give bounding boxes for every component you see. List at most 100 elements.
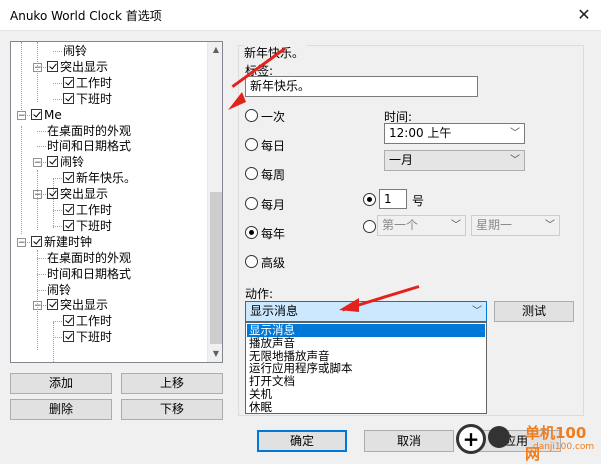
tree-checkbox[interactable] [63, 76, 74, 88]
tree-item[interactable]: 突出显示 [47, 297, 108, 313]
day-suffix-label: 号 [412, 194, 425, 208]
tree-checkbox[interactable] [63, 172, 74, 184]
tree-guide-line [21, 42, 22, 112]
tree-item[interactable]: 下班时 [63, 91, 112, 107]
tree-item-label: 时间和日期格式 [47, 139, 132, 154]
test-button[interactable]: 测试 [494, 301, 574, 322]
tree-connector [53, 98, 62, 100]
tree-checkbox[interactable] [63, 331, 74, 343]
repeat-radio-yearly[interactable] [245, 226, 258, 239]
tree-guide-line [53, 178, 54, 228]
collapse-icon[interactable]: − [17, 237, 26, 247]
tree-checkbox[interactable] [31, 235, 42, 247]
tree-guide-line [21, 126, 22, 234]
settings-tree[interactable]: 闹铃 突出显示 − 工作时 下班时 Me − 在桌面时的外观 时间和日期格式 闹铃 − 新年快乐。 突出… [10, 41, 223, 363]
tree-item[interactable]: 时间和日期格式 [47, 138, 131, 154]
collapse-icon[interactable]: − [33, 158, 42, 168]
tree-checkbox[interactable] [63, 204, 74, 215]
delete-button[interactable]: 删除 [10, 399, 112, 420]
repeat-label-advanced: 高级 [261, 256, 286, 270]
tree-item[interactable]: 闹铃 [47, 154, 84, 170]
tree-connector [53, 51, 62, 52]
time-value: 12:00 上午 [389, 126, 452, 140]
tree-checkbox[interactable] [47, 60, 58, 72]
ordinal-weekday-radio[interactable] [363, 220, 376, 233]
action-option[interactable]: 休眠 [247, 400, 485, 414]
action-option[interactable]: 播放声音 [247, 336, 485, 350]
tree-item-label: 工作时 [76, 203, 113, 217]
tree-connector [53, 82, 62, 84]
tree-item[interactable]: 时间和日期格式 [47, 266, 131, 282]
tree-item-label: 新年快乐。 [76, 171, 137, 186]
tree-connector [53, 337, 62, 339]
tree-item[interactable]: 在桌面时的外观 [47, 123, 131, 139]
ok-button[interactable]: 确定 [257, 430, 347, 452]
action-dropdown-list[interactable]: 显示消息 播放声音 无限地播放声音 运行应用程序或脚本 打开文档 关机 休眠 [245, 322, 487, 414]
tree-item[interactable]: 下班时 [63, 329, 112, 345]
tree-connector [53, 321, 62, 323]
watermark-logo-icon: + [456, 424, 486, 454]
cancel-button[interactable]: 取消 [364, 430, 454, 452]
watermark-dot-icon [488, 426, 510, 448]
close-icon[interactable]: ✕ [572, 4, 596, 26]
tree-item[interactable]: 闹铃 [47, 282, 71, 298]
tree-item-label: 突出显示 [60, 59, 109, 74]
tree-checkbox[interactable] [47, 156, 58, 168]
tree-item[interactable]: 在桌面时的外观 [47, 250, 131, 266]
tree-checkbox[interactable] [63, 315, 74, 327]
tree-guide-line [37, 42, 38, 102]
repeat-label-yearly: 每年 [261, 227, 286, 241]
tree-checkbox[interactable] [63, 92, 74, 104]
tree-item-label: 突出显示 [60, 298, 109, 313]
chevron-down-icon: ﹀ [451, 220, 461, 231]
action-value: 显示消息 [250, 304, 299, 318]
time-picker[interactable]: 12:00 上午 ﹀ [384, 123, 525, 144]
tree-checkbox[interactable] [47, 299, 58, 311]
tree-item[interactable]: 新建时钟 [31, 234, 92, 250]
scroll-down-icon[interactable]: ▼ [208, 346, 222, 362]
tree-item[interactable]: 工作时 [63, 202, 112, 218]
weekday-select[interactable]: 星期一 ﹀ [471, 215, 560, 236]
chevron-down-icon: ﹀ [510, 155, 520, 166]
tree-item-label: 闹铃 [47, 282, 72, 297]
scroll-thumb[interactable] [210, 192, 222, 344]
day-number-radio[interactable] [363, 193, 376, 206]
tree-item-label: 工作时 [76, 314, 113, 329]
tree-checkbox[interactable] [63, 219, 74, 231]
tree-connector [53, 178, 62, 180]
repeat-radio-advanced[interactable] [245, 255, 258, 268]
tree-item-label: 下班时 [76, 330, 113, 345]
repeat-radio-daily[interactable] [245, 138, 258, 151]
repeat-radio-weekly[interactable] [245, 167, 258, 180]
tree-checkbox[interactable] [31, 108, 42, 120]
tree-item[interactable]: 突出显示 [47, 186, 108, 202]
tree-item[interactable]: 新年快乐。 [63, 170, 136, 186]
chevron-down-icon: ﹀ [545, 220, 555, 231]
tree-item[interactable]: 闹铃 [63, 43, 87, 59]
add-button[interactable]: 添加 [10, 373, 112, 394]
repeat-label-once: 一次 [261, 110, 286, 124]
watermark-subtext: danji100.com [533, 442, 595, 452]
tree-item[interactable]: 突出显示 [47, 59, 108, 75]
ordinal-select[interactable]: 第一个 ﹀ [377, 215, 466, 236]
day-number-input[interactable]: 1 [379, 189, 407, 209]
title-bar: Anuko World Clock 首选项 ✕ [0, 0, 601, 31]
tree-item-label: 闹铃 [60, 155, 85, 170]
tree-item[interactable]: 工作时 [63, 313, 112, 329]
tree-item[interactable]: Me [31, 107, 62, 123]
tree-guide-line [53, 322, 54, 362]
action-option[interactable]: 关机 [247, 388, 485, 401]
move-down-button[interactable]: 下移 [121, 399, 223, 420]
repeat-radio-once[interactable] [245, 109, 258, 122]
tree-item-label: 下班时 [76, 91, 113, 106]
chevron-down-icon: ﹀ [472, 306, 482, 317]
month-select[interactable]: 一月 ﹀ [384, 150, 525, 171]
repeat-radio-monthly[interactable] [245, 197, 258, 210]
move-up-button[interactable]: 上移 [121, 373, 223, 394]
tree-connector [37, 257, 46, 259]
tree-item[interactable]: 下班时 [63, 218, 112, 234]
action-option[interactable]: 打开文档 [247, 375, 485, 388]
annotation-arrow-1-svg [228, 92, 246, 110]
chevron-down-icon: ﹀ [510, 128, 520, 139]
tree-item[interactable]: 工作时 [63, 75, 112, 91]
